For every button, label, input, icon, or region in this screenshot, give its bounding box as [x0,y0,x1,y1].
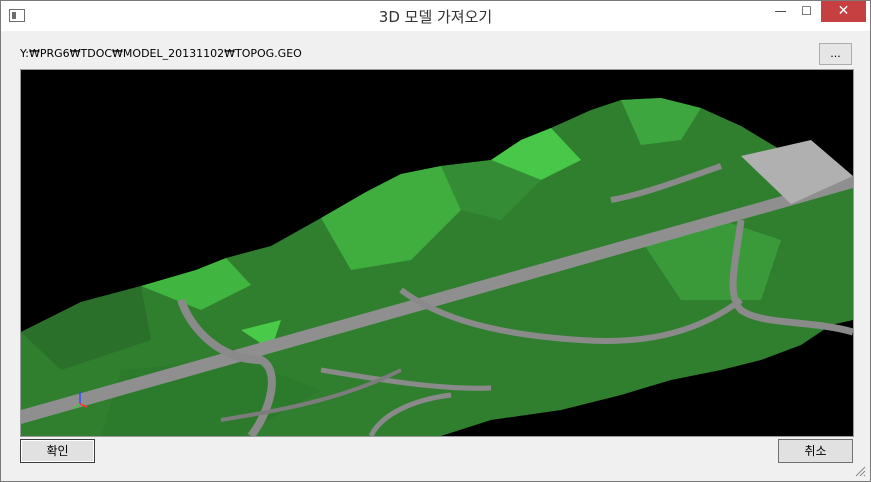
3d-preview-viewport[interactable] [20,69,854,437]
terrain-render [21,70,853,436]
ok-button[interactable]: 확인 [20,439,95,463]
maximize-button[interactable]: ☐ [793,1,820,22]
cancel-button[interactable]: 취소 [778,439,853,463]
resize-grip-icon[interactable] [854,465,866,477]
close-button[interactable]: ✕ [821,1,866,22]
file-path-label: Y:₩PRG6₩TDOC₩MODEL_20131102₩TOPOG.GEO [20,47,302,60]
import-3d-model-dialog: 3D 모델 가져오기 — ☐ ✕ Y:₩PRG6₩TDOC₩MODEL_2013… [0,0,871,482]
window-title: 3D 모델 가져오기 [378,8,493,26]
browse-button[interactable]: ... [819,43,852,65]
title-bar: 3D 모델 가져오기 — ☐ ✕ [1,1,870,31]
minimize-button[interactable]: — [767,1,794,22]
